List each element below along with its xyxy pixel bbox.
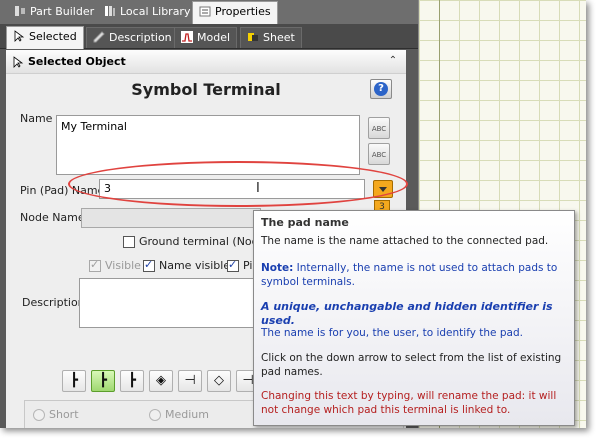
terminal-style-button-selected[interactable]: ┣ (91, 370, 115, 392)
ground-terminal-checkbox[interactable] (123, 236, 135, 248)
help-icon: ? (374, 82, 388, 96)
node-name-input[interactable] (81, 208, 261, 228)
terminal-style-button[interactable]: ◇ (207, 370, 231, 392)
pad-name-tooltip: The pad name The name is the name attach… (253, 210, 575, 426)
radio-short[interactable] (33, 409, 45, 421)
tab-selected[interactable]: Selected (6, 26, 84, 49)
properties-icon (199, 6, 211, 17)
tab-part-builder[interactable]: Part Builder (8, 2, 100, 23)
visible-checkbox[interactable] (89, 258, 101, 272)
pin-visible-checkbox[interactable] (227, 258, 239, 272)
part-builder-icon (15, 6, 25, 16)
cursor-icon (14, 30, 25, 42)
tab-properties[interactable]: Properties (192, 1, 278, 24)
annotation-ellipse (68, 161, 408, 207)
tooltip-click-hint: Click on the down arrow to select from t… (261, 352, 562, 378)
name-visible-checkbox[interactable] (143, 258, 155, 272)
tab-label: Local Library (120, 5, 191, 18)
sheet-icon (248, 33, 258, 41)
name-label: Name (20, 112, 53, 125)
tooltip-note-label: Note: (261, 262, 294, 274)
node-name-label: Node Name (20, 211, 85, 224)
tab-sheet[interactable]: Sheet (240, 27, 302, 48)
app-window: Part Builder Local Library Properties Se… (0, 0, 586, 428)
section-header[interactable]: Selected Object ⌃ (6, 50, 406, 74)
radio-medium-label: Medium (165, 408, 209, 421)
chevron-up-double-icon[interactable]: ⌃ (386, 54, 400, 68)
tab-local-library[interactable]: Local Library (98, 2, 196, 23)
property-subtabs: Selected Description Model Sheet (0, 24, 418, 49)
tooltip-for-you: The name is for you, the user, to identi… (261, 327, 523, 339)
help-button[interactable]: ? (370, 79, 392, 99)
tab-label: Description (109, 31, 172, 44)
tab-label: Part Builder (30, 5, 95, 18)
description-label: Description (22, 296, 85, 309)
document-tabs: Part Builder Local Library Properties (0, 0, 418, 24)
terminal-style-button[interactable]: ┣ (120, 370, 144, 392)
spellcheck-options-button[interactable]: ABC (368, 143, 390, 165)
tab-label: Selected (29, 30, 77, 43)
radio-medium[interactable] (149, 409, 161, 421)
terminal-style-button[interactable]: ⊣ (178, 370, 202, 392)
tooltip-title: The pad name (261, 216, 349, 229)
visible-label: Visible (105, 259, 141, 272)
description-icon (93, 31, 105, 43)
name-visible-label: Name visible (159, 259, 231, 272)
radio-short-label: Short (49, 408, 79, 421)
tab-label: Properties (215, 5, 271, 18)
tab-model[interactable]: Model (174, 27, 238, 48)
tab-description[interactable]: Description (86, 27, 179, 48)
tooltip-note-text: Internally, the name is not used to atta… (261, 262, 558, 288)
tooltip-line-1: The name is the name attached to the con… (261, 235, 549, 247)
tab-label: Model (197, 31, 231, 44)
tooltip-note: Note: Internally, the name is not used t… (261, 261, 571, 289)
section-title: Selected Object (28, 55, 126, 68)
terminal-style-button[interactable]: ◈ (149, 370, 173, 392)
pin-visible-label: Pi (243, 259, 253, 272)
description-field[interactable] (79, 278, 259, 328)
cursor-icon (13, 56, 24, 68)
model-icon (181, 31, 193, 43)
spellcheck-button[interactable]: ABC (368, 117, 390, 139)
object-title: Symbol Terminal (131, 80, 281, 99)
tab-label: Sheet (263, 31, 295, 44)
terminal-style-button[interactable]: ┣ (62, 370, 86, 392)
tooltip-rename-warning: Changing this text by typing, will renam… (261, 390, 557, 416)
library-icon (105, 6, 115, 16)
tooltip-unique-identifier: A unique, unchangable and hidden identif… (261, 300, 553, 327)
